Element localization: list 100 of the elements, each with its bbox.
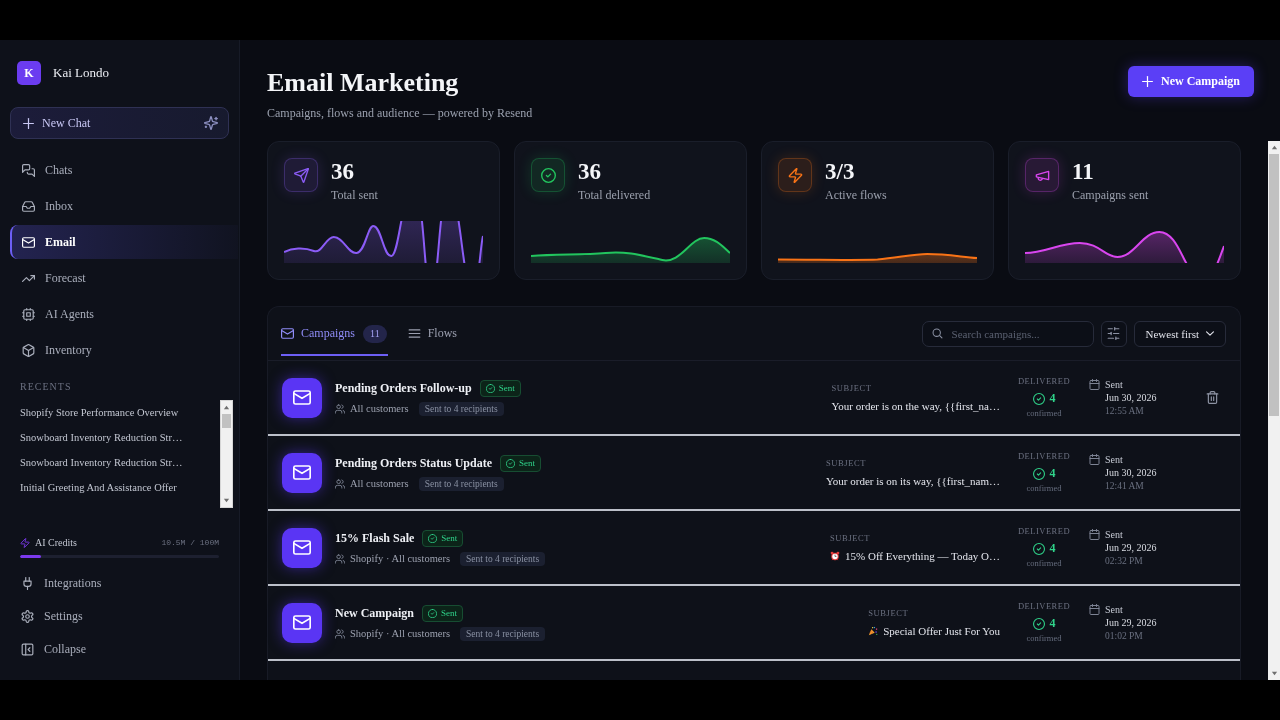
recent-chat-item[interactable]: Initial Greeting And Assistance Offer <box>20 475 220 500</box>
subject-label: SUBJECT <box>830 533 872 544</box>
party-popper-icon <box>868 626 879 636</box>
page-subtitle: Campaigns, flows and audience — powered by Resend <box>267 105 533 121</box>
subject-label: SUBJECT <box>868 608 910 619</box>
status-text: Sent <box>519 458 536 468</box>
tab[interactable]: Flows <box>407 307 458 356</box>
recent-chat-item[interactable]: Shopify Store Performance Overview <box>20 400 220 425</box>
mail-icon <box>282 452 322 493</box>
audience-text: All customers <box>350 403 409 414</box>
sidebar-link[interactable]: Integrations <box>10 568 229 598</box>
stat-label: Active flows <box>825 187 887 203</box>
delivered-label: DELIVERED <box>1017 451 1071 462</box>
recent-chat-item[interactable]: Snowboard Inventory Reduction Str… <box>20 425 220 450</box>
status-text: Sent <box>498 383 515 393</box>
plug-icon <box>21 576 34 590</box>
stat-value: 11 <box>1072 159 1095 185</box>
sent-time: 02:32 PM <box>1105 554 1144 568</box>
scroll-down-arrow-icon[interactable] <box>223 497 230 504</box>
scrollbar-thumb[interactable] <box>1269 154 1279 416</box>
recipients-tag: Sent to 4 recipients <box>460 551 546 566</box>
campaign-title[interactable]: 15% Flash Sale <box>335 530 415 546</box>
user-name: Kai Londo <box>53 65 109 81</box>
calendar-icon <box>1089 378 1100 390</box>
scrollbar-thumb[interactable] <box>222 414 231 428</box>
recipients-tag: Sent to 4 recipients <box>418 476 504 491</box>
check-circle-icon <box>485 383 495 393</box>
audience-text: All customers <box>350 478 409 489</box>
subject-text: 15% Off Everything — Today O… <box>845 550 1000 562</box>
delivered-label: DELIVERED <box>1017 376 1071 387</box>
date-label: Sent <box>1105 527 1124 541</box>
check-circle-icon <box>428 533 438 543</box>
list-icon <box>407 327 421 340</box>
check-circle-icon <box>428 608 437 618</box>
sliders-icon <box>1107 327 1121 340</box>
sidebar-link[interactable]: Settings <box>10 601 229 631</box>
users-icon <box>335 403 345 414</box>
mail-icon <box>282 527 322 568</box>
scroll-up-arrow-icon[interactable] <box>223 404 230 411</box>
inbox-icon <box>22 199 35 213</box>
credits-label: AI Credits <box>35 536 77 550</box>
delivered-count: 4 <box>1049 541 1056 556</box>
delivered-note: confirmed <box>1026 558 1062 569</box>
recipients-tag: Sent to 4 recipients <box>418 401 504 416</box>
plus-icon <box>1142 76 1153 87</box>
users-icon <box>335 478 345 489</box>
chevron-down-icon <box>1206 331 1214 336</box>
sidebar-link[interactable]: Collapse <box>10 634 229 664</box>
recipients-tag: Sent to 4 recipients <box>460 626 546 641</box>
trash-icon[interactable] <box>1205 391 1219 404</box>
nav-item[interactable]: AI Agents <box>10 297 238 331</box>
audience-text: Shopify · All customers <box>350 553 451 564</box>
stat-label: Campaigns sent <box>1072 187 1149 203</box>
sent-time: 12:55 AM <box>1105 404 1145 418</box>
scrollbar[interactable] <box>220 400 233 508</box>
mail-icon <box>281 327 294 340</box>
mail-icon <box>282 377 322 418</box>
nav-item[interactable]: Forecast <box>10 261 238 295</box>
recent-chat-item[interactable]: Snowboard Inventory Reduction Str… <box>20 450 220 475</box>
delivered-count: 4 <box>1049 391 1056 406</box>
status-text: Sent <box>441 533 458 543</box>
filter-button[interactable] <box>1100 320 1127 347</box>
new-campaign-button[interactable]: New Campaign <box>1128 66 1254 97</box>
date-label: Sent <box>1105 377 1124 391</box>
delivered-count: 4 <box>1049 466 1056 481</box>
sparkles-icon <box>204 116 218 130</box>
audience-text: Shopify · All customers <box>350 628 451 639</box>
collapse-sidebar-icon <box>21 642 34 656</box>
plus-icon <box>23 117 34 129</box>
nav-item[interactable]: Chats <box>10 153 238 187</box>
campaign-title[interactable]: Pending Orders Follow-up <box>335 380 472 396</box>
status-text: Sent <box>441 608 458 618</box>
calendar-icon <box>1089 603 1100 615</box>
sort-dropdown[interactable]: Newest first <box>1133 320 1226 347</box>
credits-reading: 10.5M / 100M <box>161 537 219 549</box>
nav-item[interactable]: Email <box>10 225 238 259</box>
scroll-down-arrow-icon[interactable] <box>1270 670 1278 677</box>
scroll-up-arrow-icon[interactable] <box>1270 144 1278 151</box>
campaign-title[interactable]: Pending Orders Status Update <box>335 455 492 471</box>
nav-item[interactable]: Inventory <box>10 333 238 367</box>
lightning-icon <box>20 538 30 548</box>
user-avatar[interactable]: K <box>17 61 41 85</box>
nav-item[interactable]: Inbox <box>10 189 238 223</box>
sent-time: 01:02 PM <box>1105 629 1144 643</box>
page-title: Email Marketing <box>267 67 460 99</box>
tab[interactable]: Campaigns 11 <box>281 307 388 356</box>
chip-icon <box>22 307 35 321</box>
stat-value: 3/3 <box>825 159 856 185</box>
delivered-note: confirmed <box>1026 633 1062 644</box>
search-field[interactable]: Search campaigns... <box>921 320 1094 347</box>
search-icon <box>931 328 943 339</box>
stat-label: Total delivered <box>578 187 651 203</box>
campaign-title[interactable]: New Campaign <box>335 605 414 621</box>
mail-icon <box>22 235 35 249</box>
stat-label: Total sent <box>331 187 378 203</box>
new-chat-button[interactable]: New Chat <box>10 107 229 139</box>
subject-label: SUBJECT <box>831 383 873 394</box>
delivered-note: confirmed <box>1026 483 1062 494</box>
scrollbar[interactable] <box>1268 141 1280 680</box>
sent-date: Jun 29, 2026 <box>1105 615 1157 630</box>
